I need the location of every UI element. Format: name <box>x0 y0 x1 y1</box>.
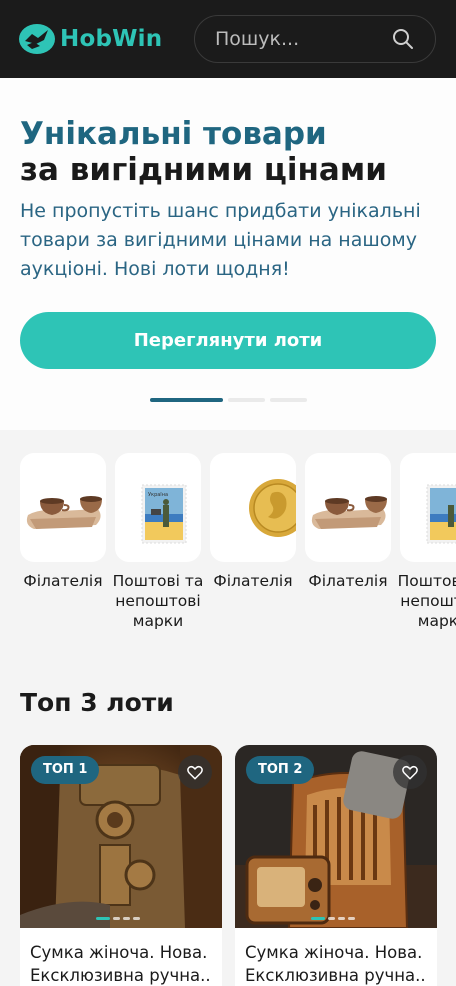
lot-rank-badge: ТОП 1 <box>31 756 100 784</box>
category-label: Філателія <box>308 572 388 590</box>
lot-rank-badge: ТОП 2 <box>246 756 315 784</box>
category-item[interactable]: Філателія <box>305 453 391 591</box>
hero-description: Не пропустіть шанс придбати унікальні то… <box>20 200 421 280</box>
favorite-button[interactable] <box>178 755 212 789</box>
lot-image-dot[interactable] <box>311 917 325 920</box>
antique-door-lock-image: ТОП 1 <box>20 745 222 928</box>
ukraine-stamp-image: Україна <box>115 453 201 562</box>
hero-title-line2: за вигідними цінами <box>20 152 387 188</box>
category-carousel: Філателія Україна Поштові та непоштові м… <box>20 453 456 663</box>
logo-icon <box>19 24 55 54</box>
hero-pagination <box>150 398 307 403</box>
lot-image-pagination <box>96 917 140 920</box>
category-item[interactable]: Поштові та непоштові марки <box>398 453 456 631</box>
lot-title[interactable]: Сумка жіноча. Нова. Ексклюзивна ручна.. <box>245 941 431 986</box>
lot-image-dot[interactable] <box>96 917 110 920</box>
category-item[interactable]: Україна Поштові та непоштові марки <box>113 453 203 631</box>
vintage-radio-image: ТОП 2 <box>235 745 437 928</box>
search-input[interactable] <box>215 16 385 62</box>
hero-dot-2[interactable] <box>228 398 265 402</box>
category-label: Філателія <box>213 572 293 590</box>
search-bar <box>194 15 436 63</box>
clay-cups-image <box>305 453 391 562</box>
lot-card[interactable]: ТОП 1 Сумка жіноча. Нова. Ексклюзивна ру… <box>20 745 222 986</box>
lot-title[interactable]: Сумка жіноча. Нова. Ексклюзивна ручна.. <box>30 941 216 986</box>
category-item[interactable]: Філателія <box>20 453 106 591</box>
hero-title-line1: Унікальні товари <box>20 116 327 152</box>
search-icon[interactable] <box>391 27 415 51</box>
category-label: Поштові та непоштові марки <box>112 572 204 630</box>
hero-banner: Унікальні товари за вигідними цінами Не … <box>0 78 456 430</box>
lot-image-dot[interactable] <box>133 917 140 920</box>
view-lots-button[interactable]: Переглянути лоти <box>20 312 436 369</box>
heart-icon <box>402 765 418 780</box>
hero-dot-3[interactable] <box>270 398 307 402</box>
category-label: Поштові та непоштові марки <box>397 572 456 630</box>
app-header: HobWin <box>0 0 456 78</box>
clay-cups-image <box>20 453 106 562</box>
hero-dot-1[interactable] <box>150 398 223 402</box>
gold-coin-image <box>210 453 296 562</box>
ukraine-stamp-image <box>400 453 456 562</box>
category-item[interactable]: Філателія <box>210 453 296 591</box>
favorite-button[interactable] <box>393 755 427 789</box>
top-lots-title: Топ 3 лоти <box>20 688 174 717</box>
lot-image-dot[interactable] <box>328 917 335 920</box>
logo[interactable]: HobWin <box>18 21 162 57</box>
lot-image-dot[interactable] <box>338 917 345 920</box>
lot-image-dot[interactable] <box>348 917 355 920</box>
category-label: Філателія <box>23 572 103 590</box>
lot-image-dot[interactable] <box>123 917 130 920</box>
svg-text:Україна: Україна <box>148 492 168 498</box>
lot-image-pagination <box>311 917 355 920</box>
lot-card[interactable]: ТОП 2 Сумка жіноча. Нова. Ексклюзивна ру… <box>235 745 437 986</box>
logo-text: HobWin <box>60 26 163 52</box>
heart-icon <box>187 765 203 780</box>
lot-image-dot[interactable] <box>113 917 120 920</box>
